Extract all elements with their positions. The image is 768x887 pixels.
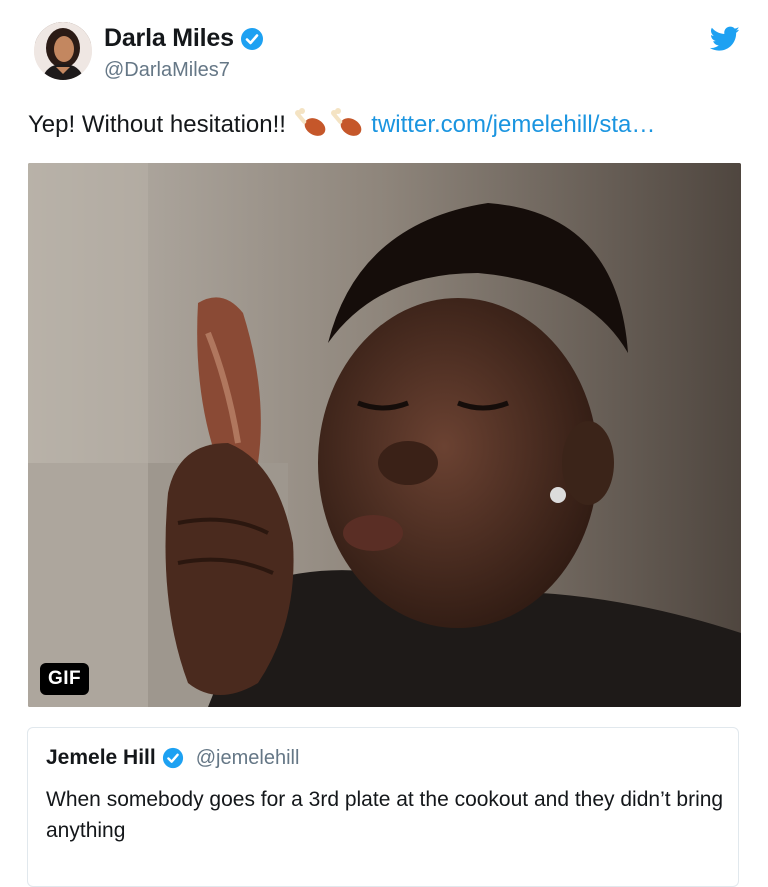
poultry-leg-emoji-icon bbox=[330, 108, 361, 136]
quoted-author-name[interactable]: Jemele Hill bbox=[46, 746, 156, 770]
author-display-name[interactable]: Darla Miles bbox=[104, 24, 234, 53]
tweet-header: Darla Miles @DarlaMiles7 bbox=[28, 20, 740, 90]
poultry-leg-emoji-icon bbox=[294, 108, 325, 136]
verified-badge-icon bbox=[240, 27, 263, 50]
quoted-tweet-text: When somebody goes for a 3rd plate at th… bbox=[46, 788, 724, 842]
gif-image bbox=[28, 163, 741, 707]
gif-badge: GIF bbox=[40, 663, 90, 695]
quoted-tweet-card[interactable]: Jemele Hill @jemelehill When somebody go… bbox=[27, 727, 739, 887]
twitter-bird-icon[interactable] bbox=[710, 26, 740, 52]
author-handle[interactable]: @DarlaMiles7 bbox=[104, 59, 264, 82]
tweet-text: Yep! Without hesitation!! twitter.com/je… bbox=[28, 108, 740, 142]
quoted-tweet-link[interactable]: twitter.com/jemelehill/sta… bbox=[371, 111, 655, 138]
quoted-author-handle[interactable]: @jemelehill bbox=[196, 747, 300, 770]
quoted-tweet-header: Jemele Hill @jemelehill bbox=[46, 746, 299, 770]
verified-badge-icon bbox=[162, 747, 183, 769]
author-avatar[interactable] bbox=[34, 22, 92, 80]
author-names: Darla Miles @DarlaMiles7 bbox=[104, 24, 264, 82]
gif-media[interactable]: GIF bbox=[28, 163, 741, 707]
tweet-text-body: Yep! Without hesitation!! bbox=[28, 111, 286, 138]
